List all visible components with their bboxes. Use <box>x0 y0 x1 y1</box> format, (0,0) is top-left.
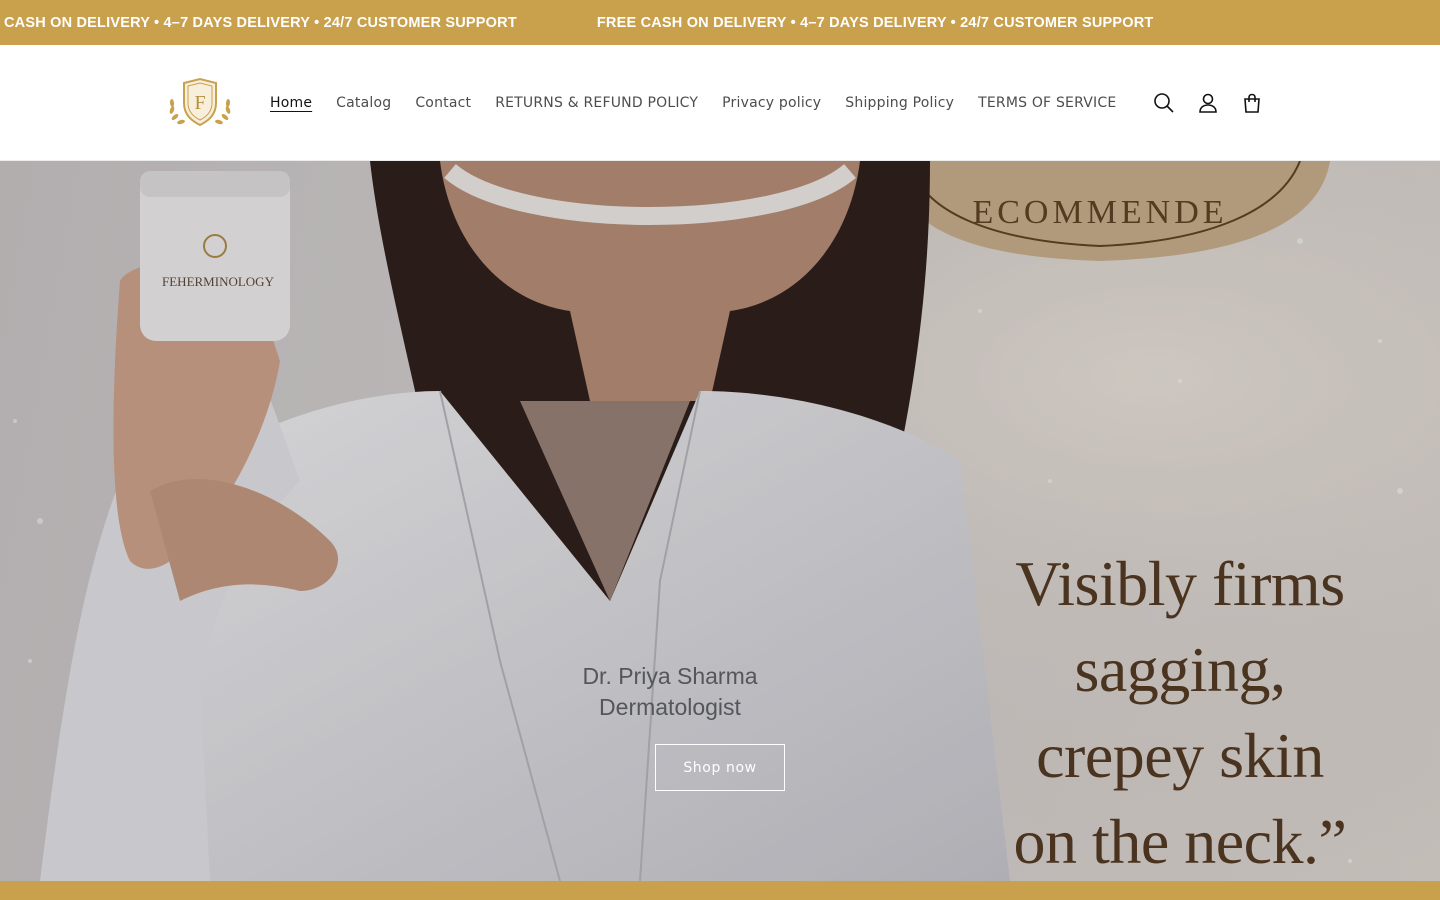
nav-catalog[interactable]: Catalog <box>324 95 403 111</box>
coat-name: Dr. Priya Sharma <box>582 663 758 689</box>
coat-title: Dermatologist <box>599 694 741 720</box>
quote-line: on the neck.” <box>1013 806 1347 877</box>
header-icons <box>1142 81 1274 125</box>
main-navigation: Home Catalog Contact RETURNS & REFUND PO… <box>258 45 1128 161</box>
hero-quote: Visibly firms sagging, crepey skin on th… <box>960 541 1400 881</box>
announcement-item: CASH ON DELIVERY • 4–7 DAYS DELIVERY • 2… <box>4 14 517 31</box>
nav-returns-refund-policy[interactable]: RETURNS & REFUND POLICY <box>483 95 710 111</box>
quote-line: crepey skin <box>1036 720 1324 791</box>
coat-name-label: Dr. Priya Sharma Dermatologist <box>560 661 780 723</box>
announcement-item: FREE CASH ON DELIVERY • 4–7 DAYS DELIVER… <box>596 14 1154 31</box>
nav-home[interactable]: Home <box>258 95 324 111</box>
hero-banner: ECOMMENDE FEHERMINOLOGY Dr. Priya Sharma… <box>0 161 1440 881</box>
quote-line: sagging, <box>1074 634 1286 705</box>
nav-privacy-policy[interactable]: Privacy policy <box>710 95 833 111</box>
crest-f-logo-icon[interactable]: F <box>166 77 234 131</box>
cart-icon[interactable] <box>1230 81 1274 125</box>
svg-text:F: F <box>194 92 205 114</box>
nav-shipping-policy[interactable]: Shipping Policy <box>833 95 966 111</box>
site-header: F Home Catalog Contact RETURNS & REFUND … <box>0 45 1440 161</box>
account-icon[interactable] <box>1186 81 1230 125</box>
shop-now-button[interactable]: Shop now <box>655 744 785 791</box>
quote-line: Visibly firms <box>1015 548 1345 619</box>
nav-terms-of-service[interactable]: TERMS OF SERVICE <box>966 95 1128 111</box>
gold-strip <box>0 881 1440 900</box>
announcement-track: CASH ON DELIVERY • 4–7 DAYS DELIVERY • 2… <box>4 0 1233 45</box>
nav-contact[interactable]: Contact <box>403 95 483 111</box>
search-icon[interactable] <box>1142 81 1186 125</box>
announcement-bar: CASH ON DELIVERY • 4–7 DAYS DELIVERY • 2… <box>0 0 1440 45</box>
